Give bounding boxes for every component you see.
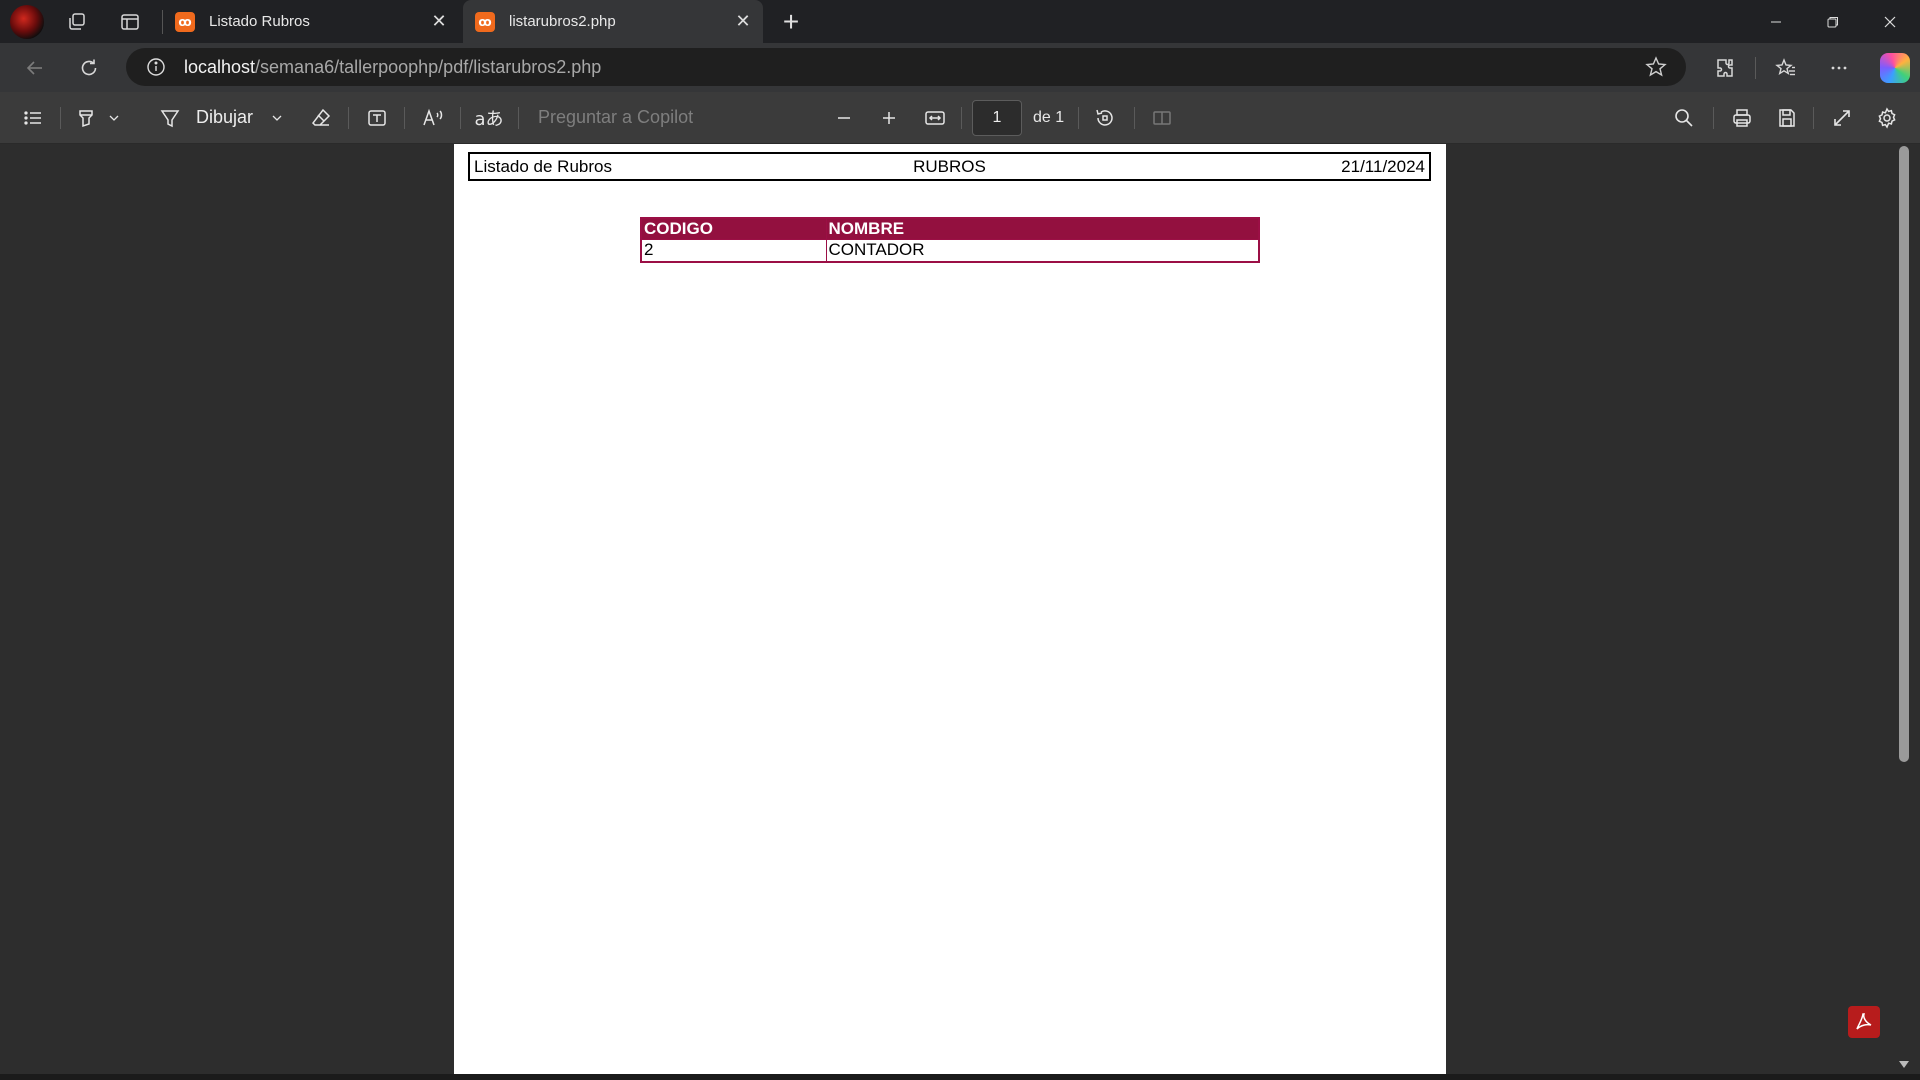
divider [1078,107,1079,129]
tab-title: listarubros2.php [509,13,616,30]
table-row: 2 CONTADOR [640,239,1260,262]
refresh-icon[interactable] [73,52,105,84]
page-number-input[interactable]: 1 [972,100,1022,136]
pdf-page: Listado de Rubros RUBROS 21/11/2024 CODI… [454,144,1446,1080]
cell-codigo: 2 [640,239,827,262]
fit-width-icon[interactable] [921,104,949,132]
favorites-icon[interactable] [1770,52,1802,84]
text-box-icon[interactable] [363,104,391,132]
copilot-icon[interactable] [1880,53,1910,83]
divider [60,107,61,129]
rubros-table: CODIGO NOMBRE 2 CONTADOR [640,217,1260,263]
divider [518,107,519,129]
tab-listado-rubros[interactable]: ꝏ Listado Rubros ✕ [163,0,459,43]
page-view-icon[interactable] [1148,104,1176,132]
workspaces-icon[interactable] [63,8,91,36]
tab-actions-icon[interactable] [116,8,144,36]
xampp-icon: ꝏ [475,11,495,32]
tab-bar: ꝏ Listado Rubros ✕ ꝏ listarubros2.php ✕ … [0,0,1920,43]
divider [1713,107,1714,129]
draw-label[interactable]: Dibujar [196,107,253,128]
zoom-out-icon[interactable] [830,104,858,132]
pdf-viewer: Listado de Rubros RUBROS 21/11/2024 CODI… [0,144,1920,1080]
profile-avatar[interactable] [10,5,44,39]
minimize-button[interactable] [1748,0,1804,43]
search-icon[interactable] [1670,104,1698,132]
new-tab-button[interactable]: + [775,6,807,38]
fullscreen-icon[interactable] [1828,104,1856,132]
url-path: /semana6/tallerpoophp/pdf/listarubros2.p… [255,56,602,77]
settings-gear-icon[interactable] [1873,104,1901,132]
eraser-icon[interactable] [307,104,335,132]
url-text[interactable]: localhost/semana6/tallerpoophp/pdf/lista… [184,57,601,78]
divider [1813,107,1814,129]
scrollbar-thumb[interactable] [1899,146,1909,762]
zoom-in-icon[interactable] [875,104,903,132]
restore-button[interactable] [1805,0,1861,43]
divider [404,107,405,129]
url-host: localhost [184,56,256,77]
xampp-icon: ꝏ [175,11,195,32]
site-info-icon[interactable] [144,55,168,79]
translate-icon[interactable]: aあ [474,104,504,132]
document-header: Listado de Rubros RUBROS 21/11/2024 [468,152,1431,181]
draw-icon[interactable] [156,104,184,132]
table-header-row: CODIGO NOMBRE [640,217,1260,240]
favorite-star-icon[interactable] [1644,55,1668,79]
print-icon[interactable] [1728,104,1756,132]
highlight-icon[interactable] [72,104,100,132]
divider [348,107,349,129]
close-tab-icon[interactable]: ✕ [425,8,453,36]
read-aloud-icon[interactable] [420,104,448,132]
cell-nombre: CONTADOR [825,239,1260,262]
divider [1134,107,1135,129]
save-icon[interactable] [1773,104,1801,132]
close-window-button[interactable] [1862,0,1918,43]
header-date: 21/11/2024 [1341,156,1425,176]
extensions-icon[interactable] [1709,52,1741,84]
scroll-down-arrow-icon[interactable] [1898,1058,1910,1070]
tab-listarubros2[interactable]: ꝏ listarubros2.php ✕ [463,0,763,43]
close-tab-icon[interactable]: ✕ [729,8,757,36]
header-section: RUBROS [913,156,986,176]
divider [1755,57,1756,79]
chevron-down-icon[interactable] [105,104,123,132]
rotate-icon[interactable] [1091,104,1119,132]
ask-copilot-input[interactable]: Preguntar a Copilot [538,107,693,128]
column-header-codigo: CODIGO [640,217,827,240]
navigation-bar: localhost/semana6/tallerpoophp/pdf/lista… [0,43,1920,92]
divider [460,107,461,129]
chevron-down-icon[interactable] [268,104,286,132]
table-of-contents-icon[interactable] [19,104,47,132]
tab-title: Listado Rubros [209,13,310,30]
acrobat-icon[interactable] [1848,1006,1880,1038]
address-bar[interactable]: localhost/semana6/tallerpoophp/pdf/lista… [126,48,1686,86]
window-bottom-edge [0,1074,1920,1080]
back-arrow-icon[interactable] [19,52,51,84]
page-count-label: de 1 [1033,109,1065,126]
divider [961,107,962,129]
more-options-icon[interactable] [1823,52,1855,84]
pdf-toolbar: Dibujar aあ Preguntar a Copilot 1 de 1 [0,92,1920,144]
column-header-nombre: NOMBRE [825,217,1260,240]
